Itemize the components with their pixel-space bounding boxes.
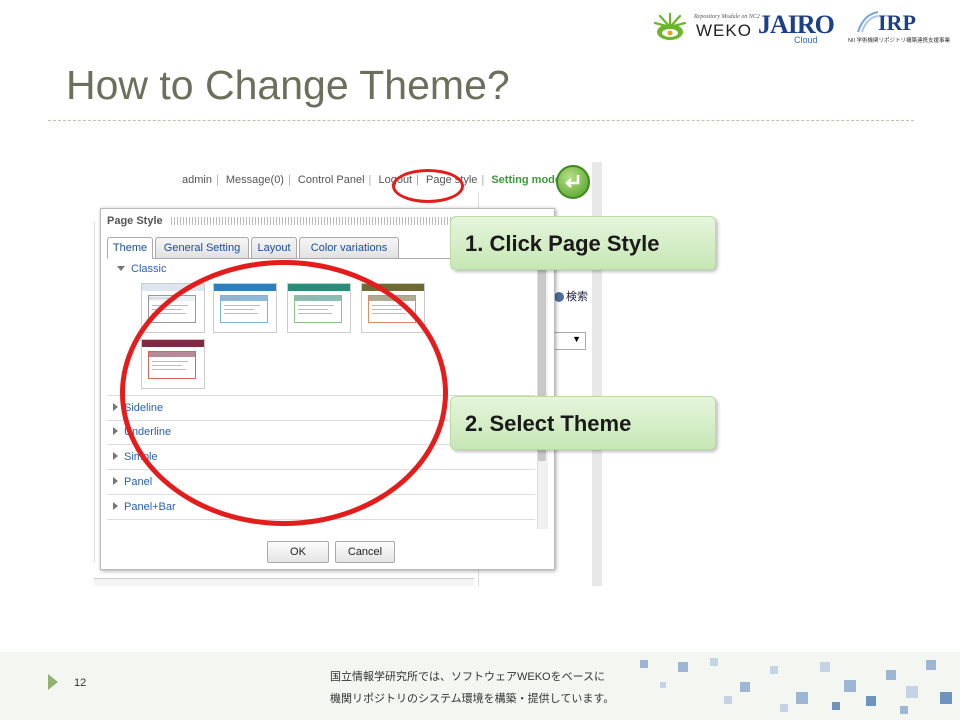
toolbar-separator: | — [481, 174, 485, 186]
toolbar-control-panel[interactable]: Control Panel — [298, 174, 365, 186]
footer-mosaic-decoration — [640, 658, 952, 714]
irp-logo: IRP NII 学術機関リポジトリ構築連携支援事業 — [848, 6, 951, 46]
section-classic-label: Classic — [131, 263, 167, 275]
search-icon[interactable] — [554, 292, 564, 302]
tab-color-variations[interactable]: Color variations — [299, 237, 399, 258]
callout-step-2: 2. Select Theme — [450, 396, 716, 450]
toolbar-separator: | — [215, 174, 219, 186]
slide-footer: 12 国立情報学研究所では、ソフトウェアWEKOをベースに 機関リポジトリのシス… — [0, 652, 960, 720]
toolbar-separator: | — [368, 174, 372, 186]
toolbar-message[interactable]: Message(0) — [226, 174, 284, 186]
irp-logo-text: IRP — [878, 10, 916, 35]
footer-text-line2: 機関リポジトリのシステム環境を構築・提供しています。 — [330, 693, 615, 705]
section-label: Panel — [124, 476, 153, 488]
weko-sun-icon — [652, 12, 688, 42]
dialog-title: Page Style — [107, 215, 163, 227]
tab-general-setting[interactable]: General Setting — [155, 237, 249, 258]
footer-arrow-icon — [48, 674, 58, 690]
callout-step-1: 1. Click Page Style — [450, 216, 716, 270]
expand-triangle-icon — [113, 452, 118, 460]
section-label: Panel+Bar — [124, 501, 176, 513]
toolbar-admin[interactable]: admin — [182, 174, 212, 186]
title-divider — [48, 120, 914, 121]
weko-tagline: Repository Module on NC2 — [694, 14, 760, 20]
jairo-cloud-text: Cloud — [794, 35, 818, 45]
weko-logo-text: WEKO — [696, 21, 752, 40]
toolbar-separator: | — [287, 174, 291, 186]
background-footer-bar — [94, 578, 474, 586]
theme-highlight — [120, 260, 448, 526]
tab-theme[interactable]: Theme — [107, 237, 153, 259]
expand-triangle-icon — [113, 427, 118, 435]
page-number: 12 — [74, 677, 87, 689]
irp-subtitle: NII 学術機関リポジトリ構築連携支援事業 — [848, 38, 951, 44]
tab-layout[interactable]: Layout — [251, 237, 297, 258]
admin-toolbar: admin | Message(0) | Control Panel | Logout… — [180, 174, 580, 186]
jairo-cloud-logo: JAIRO Cloud — [758, 10, 844, 45]
expand-triangle-icon — [113, 502, 118, 510]
footer-text-line1: 国立情報学研究所では、ソフトウェアWEKOをベースに — [330, 671, 606, 683]
page-style-highlight — [392, 169, 464, 203]
section-classic[interactable]: Classic — [111, 263, 166, 275]
return-button[interactable] — [556, 165, 590, 199]
expand-triangle-icon — [113, 477, 118, 485]
slide-title: How to Change Theme? — [66, 62, 510, 108]
cancel-button[interactable]: Cancel — [335, 541, 395, 563]
ok-button[interactable]: OK — [267, 541, 329, 563]
collapse-triangle-icon — [117, 266, 125, 271]
expand-triangle-icon — [113, 403, 118, 411]
return-arrow-icon — [565, 175, 580, 188]
search-link[interactable]: 検索 — [566, 288, 588, 304]
irp-swoosh-icon — [857, 11, 879, 33]
chevron-down-icon: ▼ — [572, 334, 581, 344]
header-logos: Repository Module on NC2 WEKO JAIRO Clou… — [652, 6, 952, 46]
